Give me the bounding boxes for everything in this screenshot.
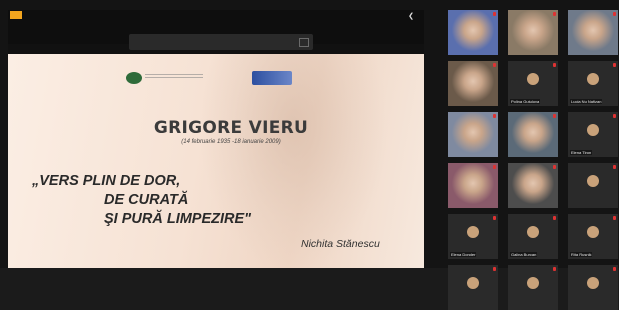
participant-tile[interactable]: [568, 163, 618, 208]
participant-video: [508, 163, 558, 208]
muted-mic-icon: [493, 165, 496, 169]
participant-name: Elena Donder: [450, 252, 477, 257]
screen-share-notice-button[interactable]: [299, 38, 309, 47]
participant-tile[interactable]: [448, 163, 498, 208]
muted-mic-icon: [553, 12, 556, 16]
participant-tile[interactable]: [448, 10, 498, 55]
participant-name: Galina Burcan: [510, 252, 538, 257]
participant-avatar: [467, 226, 479, 238]
participant-avatar: [527, 73, 539, 85]
muted-mic-icon: [493, 63, 496, 67]
participant-tile[interactable]: Lucia Nu Nafizan: [568, 61, 618, 106]
participant-tile[interactable]: [508, 163, 558, 208]
participant-tile[interactable]: [448, 265, 498, 310]
partner-logo: [252, 71, 292, 85]
presentation-slide: GRIGORE VIERU (14 februarie 1935 -18 ian…: [8, 54, 424, 268]
muted-mic-icon: [613, 12, 616, 16]
participant-tile[interactable]: Rita Rusnik: [568, 214, 618, 259]
participant-name: Polina Gutulova: [510, 99, 541, 104]
muted-mic-icon: [493, 114, 496, 118]
participant-video: [568, 10, 618, 55]
muted-mic-icon: [613, 114, 616, 118]
participant-video: [508, 112, 558, 157]
library-logo-text: [145, 74, 203, 80]
muted-mic-icon: [613, 63, 616, 67]
participant-avatar: [527, 277, 539, 289]
participant-tile[interactable]: [448, 61, 498, 106]
quote-line-2: DE CURATĂ: [104, 192, 189, 208]
participant-avatar: [587, 124, 599, 136]
slide-quote: „VERS PLIN DE DOR, DE CURATĂ ŞI PURĂ LIM…: [32, 172, 251, 229]
participant-avatar: [587, 226, 599, 238]
muted-mic-icon: [613, 165, 616, 169]
muted-mic-icon: [613, 216, 616, 220]
participant-video: [448, 112, 498, 157]
participant-tile[interactable]: [448, 112, 498, 157]
chevron-left-icon[interactable]: ❮: [408, 12, 414, 20]
participant-video: [448, 163, 498, 208]
participant-tile[interactable]: Polina Gutulova: [508, 61, 558, 106]
participant-tile[interactable]: [568, 265, 618, 310]
participant-avatar: [587, 73, 599, 85]
participant-video: [448, 61, 498, 106]
muted-mic-icon: [553, 216, 556, 220]
slide-title: GRIGORE VIERU: [153, 118, 309, 138]
participant-tile[interactable]: Elena Tiron: [568, 112, 618, 157]
library-logo: [126, 72, 142, 84]
quote-line-1: „VERS PLIN DE DOR,: [32, 173, 181, 189]
muted-mic-icon: [553, 165, 556, 169]
participant-name: Lucia Nu Nafizan: [570, 99, 603, 104]
slide-dates: (14 februarie 1935 -18 ianuarie 2009): [181, 139, 281, 145]
meeting-window: ❮ GRIGORE VIERU (14 februarie 1935 -18 i…: [0, 0, 619, 310]
participant-tile[interactable]: [508, 112, 558, 157]
sharing-badge[interactable]: [10, 11, 22, 19]
muted-mic-icon: [553, 114, 556, 118]
participant-tile[interactable]: [508, 265, 558, 310]
poet-portrait: [198, 54, 388, 268]
muted-mic-icon: [493, 12, 496, 16]
participant-avatar: [527, 226, 539, 238]
participant-name: Rita Rusnik: [570, 252, 593, 257]
participant-name: Elena Tiron: [570, 150, 593, 155]
muted-mic-icon: [553, 63, 556, 67]
participant-tile[interactable]: [568, 10, 618, 55]
participant-avatar: [587, 175, 599, 187]
quote-author: Nichita Stănescu: [301, 238, 380, 250]
participant-tile[interactable]: [508, 10, 558, 55]
participant-tile[interactable]: Galina Burcan: [508, 214, 558, 259]
participant-avatar: [467, 277, 479, 289]
participant-video: [508, 10, 558, 55]
participant-avatar: [587, 277, 599, 289]
shared-screen: ❮ GRIGORE VIERU (14 februarie 1935 -18 i…: [8, 10, 424, 268]
muted-mic-icon: [493, 216, 496, 220]
quote-line-3: ŞI PURĂ LIMPEZIRE": [104, 211, 252, 227]
participant-video: [448, 10, 498, 55]
participant-tile[interactable]: Elena Donder: [448, 214, 498, 259]
screen-share-notice: [129, 34, 313, 50]
participant-gallery: Polina Gutulova Lucia Nu Nafizan Elena Tir…: [448, 10, 619, 310]
